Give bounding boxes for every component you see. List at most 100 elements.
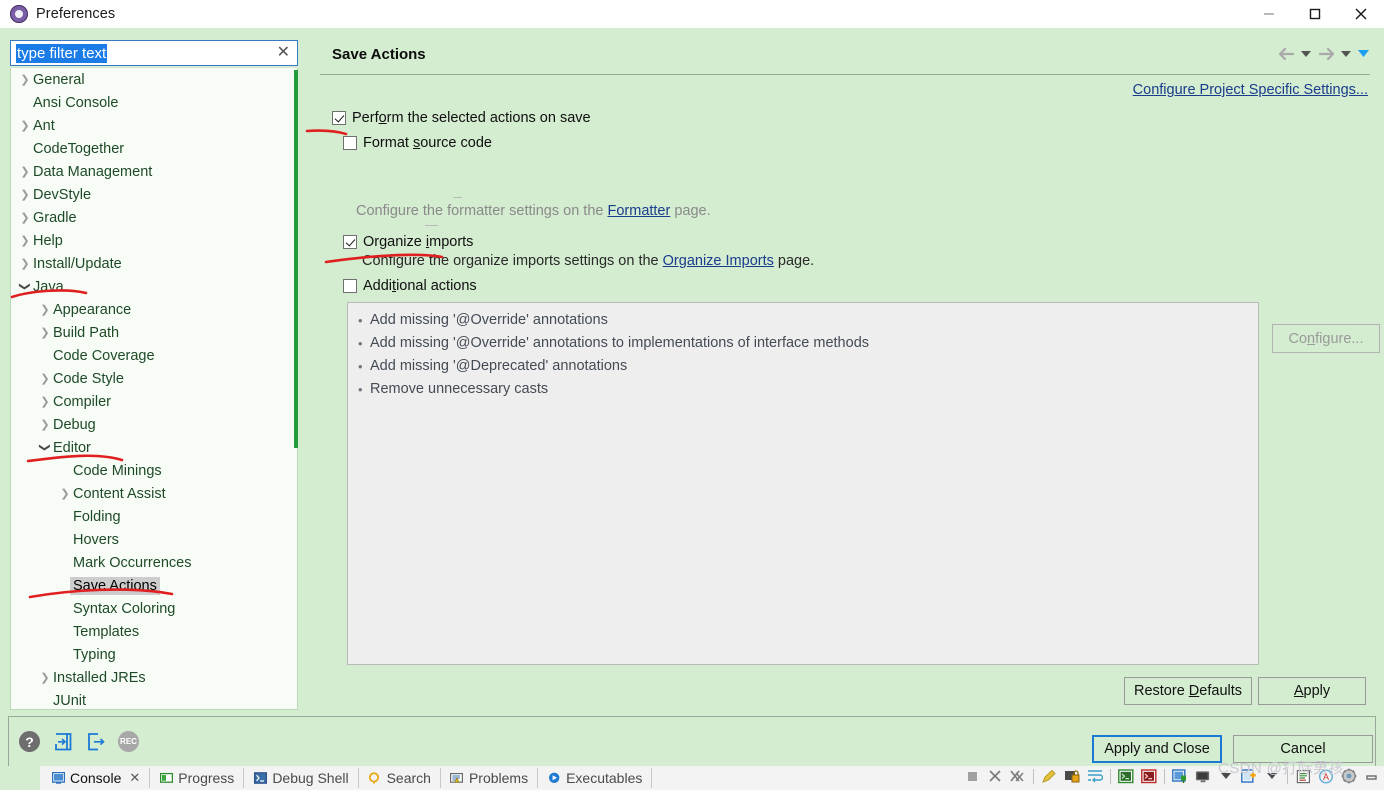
tree-item-typing[interactable]: Typing [11, 643, 297, 666]
preferences-tree[interactable]: ❯ General Ansi Console ❯ Ant CodeTogether ❯ Dat… [10, 68, 298, 710]
tree-item-devstyle[interactable]: ❯ DevStyle [11, 183, 297, 206]
view-tab-executables[interactable]: Executables [538, 768, 653, 788]
minimize-icon[interactable] [1364, 768, 1380, 784]
pin-console-icon[interactable] [1172, 768, 1188, 784]
tree-item-general[interactable]: ❯ General [11, 68, 297, 91]
view-tabs[interactable]: Console ✕ Progress Debug Shell Search Problem… [42, 768, 653, 788]
filter-input-wrapper[interactable]: type filter text ✕ [10, 40, 298, 66]
tree-item-save-actions[interactable]: Save Actions [11, 574, 297, 597]
configure-button[interactable]: Configure... [1272, 324, 1380, 353]
format-source-code-row[interactable]: Format source code [343, 135, 492, 151]
forward-history-chevron-down-icon[interactable] [1339, 44, 1353, 64]
chevron-down-icon[interactable]: ❯ [39, 440, 52, 456]
organize-imports-row[interactable]: Organize imports [343, 234, 473, 250]
clear-filter-icon[interactable]: ✕ [277, 44, 290, 62]
chevron-down-icon[interactable] [1218, 768, 1234, 784]
restore-defaults-button[interactable]: Restore Defaults [1124, 677, 1252, 705]
tree-item-code-style[interactable]: ❯ Code Style [11, 367, 297, 390]
configure-project-specific-settings-link[interactable]: Configure Project Specific Settings... [1133, 82, 1368, 98]
minimize-button[interactable] [1246, 0, 1292, 28]
tree-item-junit[interactable]: JUnit [11, 689, 297, 709]
view-tab-console[interactable]: Console ✕ [42, 768, 151, 788]
tree-item-folding[interactable]: Folding [11, 505, 297, 528]
chevron-right-icon[interactable]: ❯ [37, 418, 53, 431]
view-tab-progress[interactable]: Progress [150, 768, 245, 788]
chevron-right-icon[interactable]: ❯ [37, 303, 53, 316]
tree-item-data-management[interactable]: ❯ Data Management [11, 160, 297, 183]
organize-imports-checkbox[interactable] [343, 235, 357, 249]
chevron-down-icon[interactable]: ❯ [19, 279, 32, 295]
export-arrow-icon[interactable] [85, 731, 106, 752]
import-arrow-icon[interactable] [52, 731, 73, 752]
chevron-right-icon[interactable]: ❯ [17, 165, 33, 178]
display-selected-console-icon[interactable] [1195, 768, 1211, 784]
help-question-icon[interactable]: ? [19, 731, 40, 752]
tree-item-appearance[interactable]: ❯ Appearance [11, 298, 297, 321]
chevron-right-icon[interactable]: ❯ [37, 372, 53, 385]
open-console-icon[interactable] [1118, 768, 1134, 784]
tree-item-debug[interactable]: ❯ Debug [11, 413, 297, 436]
close-button[interactable] [1338, 0, 1384, 28]
tree-item-build-path[interactable]: ❯ Build Path [11, 321, 297, 344]
back-history-chevron-down-icon[interactable] [1299, 44, 1313, 64]
chevron-right-icon[interactable]: ❯ [17, 234, 33, 247]
tree-item-templates[interactable]: Templates [11, 620, 297, 643]
lock-scroll-icon[interactable] [1064, 768, 1080, 784]
additional-actions-row[interactable]: Additional actions [343, 278, 477, 294]
formatter-link[interactable]: Formatter [607, 203, 670, 219]
chevron-right-icon[interactable]: ❯ [57, 487, 73, 500]
cancel-button[interactable]: Cancel [1233, 735, 1373, 763]
chevron-down-blue-icon[interactable] [1356, 44, 1370, 64]
view-tab-debug-shell[interactable]: Debug Shell [244, 768, 359, 788]
apply-and-close-button[interactable]: Apply and Close [1092, 735, 1222, 763]
close-x-icon[interactable] [987, 768, 1003, 784]
tree-item-ansi-console[interactable]: Ansi Console [11, 91, 297, 114]
terminate-console-icon[interactable] [1141, 768, 1157, 784]
chevron-right-icon[interactable]: ❯ [17, 73, 33, 86]
clear-console-icon[interactable] [1041, 768, 1057, 784]
organize-imports-link[interactable]: Organize Imports [663, 253, 774, 269]
chevron-right-icon[interactable]: ❯ [17, 211, 33, 224]
tree-item-java[interactable]: ❯ Java [11, 275, 297, 298]
gear-icon[interactable] [1341, 768, 1357, 784]
stop-square-icon[interactable] [964, 768, 980, 784]
chevron-right-icon[interactable]: ❯ [17, 119, 33, 132]
chevron-right-icon[interactable]: ❯ [37, 671, 53, 684]
view-tab-search[interactable]: Search [359, 768, 441, 788]
tree-item-gradle[interactable]: ❯ Gradle [11, 206, 297, 229]
additional-actions-checkbox[interactable] [343, 279, 357, 293]
maximize-button[interactable] [1292, 0, 1338, 28]
chevron-right-icon[interactable]: ❯ [17, 257, 33, 270]
tree-item-help[interactable]: ❯ Help [11, 229, 297, 252]
tree-item-ant[interactable]: ❯ Ant [11, 114, 297, 137]
tree-item-mark-occurrences[interactable]: Mark Occurrences [11, 551, 297, 574]
new-console-icon[interactable] [1241, 768, 1257, 784]
perform-actions-on-save-checkbox[interactable] [332, 111, 346, 125]
tree-item-editor[interactable]: ❯ Editor [11, 436, 297, 459]
chevron-right-icon[interactable]: ❯ [37, 395, 53, 408]
tree-item-codetogether[interactable]: CodeTogether [11, 137, 297, 160]
tree-item-installed-jres[interactable]: ❯ Installed JREs [11, 666, 297, 689]
list-item[interactable]: Add missing '@Override' annotations [348, 309, 1258, 332]
chevron-right-icon[interactable]: ❯ [37, 326, 53, 339]
tree-item-install-update[interactable]: ❯ Install/Update [11, 252, 297, 275]
arrow-right-icon[interactable] [1316, 44, 1336, 64]
list-item[interactable]: Remove unnecessary casts [348, 378, 1258, 401]
ansi-icon[interactable]: A [1318, 768, 1334, 784]
view-tab-problems[interactable]: Problems [441, 768, 539, 788]
arrow-left-icon[interactable] [1276, 44, 1296, 64]
tree-scrollbar[interactable] [293, 70, 302, 710]
close-all-x-icon[interactable] [1010, 768, 1026, 784]
tree-item-syntax-coloring[interactable]: Syntax Coloring [11, 597, 297, 620]
clipboard-icon[interactable] [1295, 768, 1311, 784]
perform-actions-on-save-row[interactable]: Perform the selected actions on save [332, 110, 591, 126]
search-input[interactable]: type filter text [16, 43, 108, 63]
tree-item-code-coverage[interactable]: Code Coverage [11, 344, 297, 367]
tree-item-hovers[interactable]: Hovers [11, 528, 297, 551]
close-icon[interactable]: ✕ [129, 770, 140, 786]
additional-actions-list[interactable]: Add missing '@Override' annotations Add m… [347, 302, 1259, 665]
tree-item-compiler[interactable]: ❯ Compiler [11, 390, 297, 413]
tree-item-content-assist[interactable]: ❯ Content Assist [11, 482, 297, 505]
list-item[interactable]: Add missing '@Deprecated' annotations [348, 355, 1258, 378]
record-icon[interactable]: REC [118, 731, 139, 752]
